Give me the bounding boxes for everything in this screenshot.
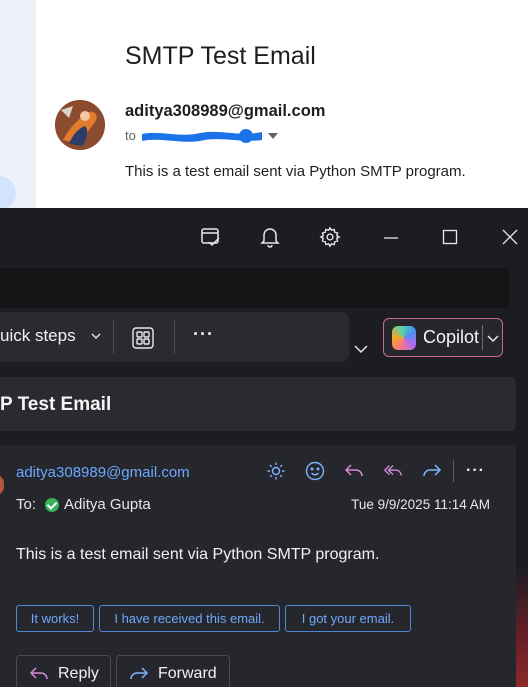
ribbon-divider (174, 320, 175, 354)
recipient-row: To: Aditya Gupta (16, 496, 151, 513)
message-body: This is a test email sent via Python SMT… (16, 546, 380, 563)
ribbon-toolbar: uick steps ··· (0, 312, 349, 362)
gear-icon[interactable] (315, 222, 345, 252)
subject-header: P Test Email (0, 377, 516, 431)
copilot-label: Copilot (423, 327, 480, 347)
reply-label: Reply (58, 665, 99, 682)
to-label: To: (16, 496, 37, 513)
title-bar (0, 208, 528, 266)
copilot-button[interactable]: Copilot (383, 318, 503, 357)
forward-icon[interactable] (422, 461, 442, 481)
gmail-sidebar-edge (0, 0, 36, 210)
forward-button[interactable]: Forward (116, 655, 230, 687)
message-actions: ··· (266, 460, 485, 482)
chevron-down-icon (91, 333, 101, 339)
quick-steps-button[interactable]: uick steps (0, 326, 102, 346)
quick-steps-label: uick steps (0, 326, 76, 345)
more-options-button[interactable]: ··· (466, 462, 485, 480)
reply-icon (29, 667, 48, 680)
bell-icon[interactable] (255, 222, 285, 252)
gmail-message-panel: SMTP Test Email aditya308989@gmail.com t… (36, 0, 528, 210)
gmail-subject: SMTP Test Email (125, 42, 316, 70)
search-bar[interactable] (0, 268, 510, 308)
emoji-icon[interactable] (305, 461, 325, 481)
chevron-down-icon[interactable] (267, 132, 278, 139)
sender-address[interactable]: aditya308989@gmail.com (16, 464, 190, 481)
forward-icon (130, 667, 149, 680)
close-icon[interactable] (495, 222, 525, 252)
summarize-icon[interactable] (266, 461, 286, 481)
gmail-sender: aditya308989@gmail.com (125, 102, 326, 120)
suggested-reply[interactable]: I have received this email. (99, 605, 280, 632)
chevron-down-icon[interactable] (485, 330, 501, 346)
suggested-reply[interactable]: It works! (16, 605, 94, 632)
maximize-icon[interactable] (435, 222, 465, 252)
reply-all-icon[interactable] (383, 461, 403, 481)
apps-grid-icon[interactable] (130, 325, 156, 351)
forward-label: Forward (158, 665, 217, 682)
recipient-name[interactable]: Aditya Gupta (64, 496, 151, 513)
checklist-icon[interactable] (196, 222, 226, 252)
reply-icon[interactable] (344, 461, 364, 481)
reply-button[interactable]: Reply (16, 655, 111, 687)
copilot-logo-icon (392, 325, 416, 350)
background-decoration (516, 568, 528, 687)
more-options-button[interactable]: ··· (193, 324, 214, 345)
avatar[interactable] (0, 475, 4, 495)
gmail-to-label: to (125, 128, 136, 143)
avatar[interactable] (55, 100, 105, 150)
actions-divider (453, 460, 454, 482)
gmail-body: This is a test email sent via Python SMT… (125, 163, 466, 180)
message-subject: P Test Email (0, 394, 112, 415)
sidebar-highlight (0, 176, 16, 210)
outlook-window: uick steps ··· Copilot P Test Email adit… (0, 208, 528, 687)
copilot-divider (482, 325, 483, 350)
check-icon (45, 497, 60, 512)
message-date: Tue 9/9/2025 11:14 AM (351, 497, 490, 512)
ribbon-divider (113, 320, 114, 354)
message-card: aditya308989@gmail.com ··· To: Aditya Gu… (0, 445, 516, 687)
suggested-reply[interactable]: I got your email. (285, 605, 411, 632)
minimize-icon[interactable] (376, 222, 406, 252)
redacted-recipient (140, 128, 262, 143)
gmail-recipient-row[interactable]: to (125, 128, 278, 143)
chevron-down-icon[interactable] (352, 340, 370, 358)
